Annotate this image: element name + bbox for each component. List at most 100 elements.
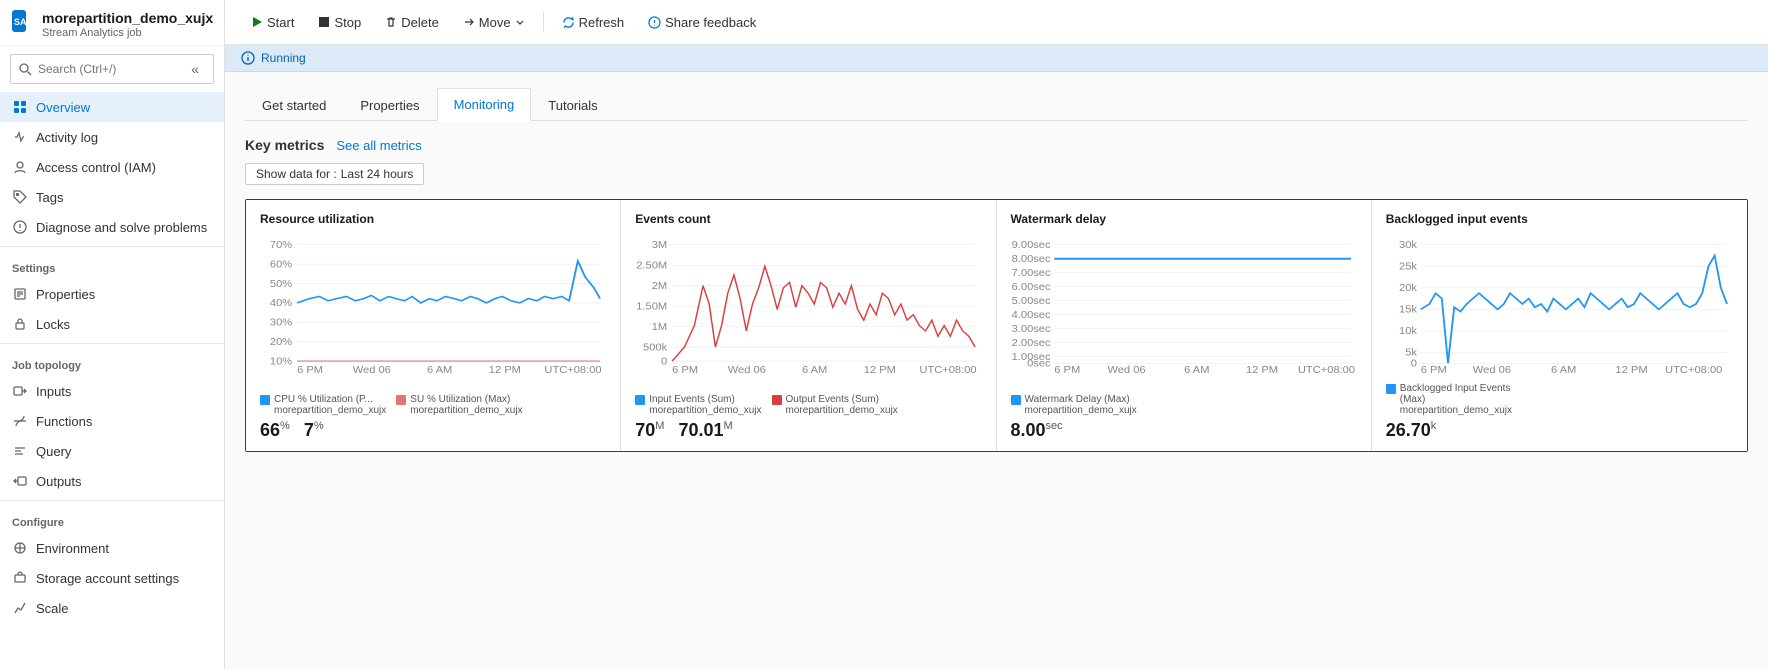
filter-chip[interactable]: Show data for : Last 24 hours (245, 163, 424, 185)
svg-text:6 AM: 6 AM (802, 365, 827, 374)
diagnose-icon (12, 219, 28, 235)
sidebar-query-label: Query (36, 444, 71, 459)
svg-text:0sec: 0sec (1027, 359, 1050, 369)
sidebar-inputs-label: Inputs (36, 384, 71, 399)
svg-text:10k: 10k (1399, 327, 1418, 337)
collapse-button[interactable]: « (185, 59, 205, 79)
svg-text:50%: 50% (270, 279, 292, 289)
svg-text:12 PM: 12 PM (864, 365, 896, 374)
chart-legend-events: Input Events (Sum)morepartition_demo_xuj… (635, 394, 981, 416)
see-all-metrics-link[interactable]: See all metrics (336, 138, 421, 153)
svg-text:6 PM: 6 PM (1420, 366, 1446, 374)
sidebar-item-overview[interactable]: Overview (0, 92, 224, 122)
delete-button[interactable]: Delete (375, 10, 449, 35)
svg-text:3M: 3M (652, 241, 667, 251)
sidebar-item-functions[interactable]: Functions (0, 406, 224, 436)
sidebar-item-properties[interactable]: Properties (0, 279, 224, 309)
legend-item-backlogged: Backlogged Input Events (Max)morepartiti… (1386, 383, 1526, 416)
sidebar-locks-label: Locks (36, 317, 70, 332)
search-box[interactable]: « (10, 54, 214, 84)
outputs-icon (12, 473, 28, 489)
environment-icon (12, 540, 28, 556)
move-button[interactable]: Move (453, 10, 535, 35)
sidebar-item-locks[interactable]: Locks (0, 309, 224, 339)
tab-properties[interactable]: Properties (343, 89, 436, 121)
legend-color-backlogged (1386, 384, 1396, 394)
svg-text:SA: SA (14, 17, 26, 27)
sidebar-iam-label: Access control (IAM) (36, 160, 156, 175)
chart-area-watermark: 9.00sec 8.00sec 7.00sec 6.00sec 5.00sec … (1011, 234, 1357, 388)
scale-icon (12, 600, 28, 616)
chart-title-watermark: Watermark delay (1011, 212, 1357, 226)
chart-legend-resource: CPU % Utilization (P...morepartition_dem… (260, 394, 606, 416)
chart-value-output: 70.01M (678, 420, 732, 441)
sidebar-scale-label: Scale (36, 601, 69, 616)
refresh-button[interactable]: Refresh (552, 10, 635, 35)
delete-icon (385, 16, 397, 28)
sidebar-properties-label: Properties (36, 287, 95, 302)
sidebar-item-storage-account[interactable]: Storage account settings (0, 563, 224, 593)
svg-text:6 AM: 6 AM (1551, 366, 1576, 374)
main-content: Start Stop Delete Move Refresh Share fee… (225, 0, 1768, 669)
toolbar: Start Stop Delete Move Refresh Share fee… (225, 0, 1768, 45)
sidebar-diagnose-label: Diagnose and solve problems (36, 220, 207, 235)
chart-legend-watermark: Watermark Delay (Max)morepartition_demo_… (1011, 394, 1357, 416)
stop-icon (318, 16, 330, 28)
svg-text:3.00sec: 3.00sec (1011, 325, 1050, 335)
svg-text:60%: 60% (270, 260, 292, 270)
svg-text:70%: 70% (270, 241, 292, 251)
sidebar-item-diagnose[interactable]: Diagnose and solve problems (0, 212, 224, 242)
sidebar-storage-label: Storage account settings (36, 571, 179, 586)
job-topology-section-label: Job topology (0, 348, 224, 376)
sidebar-outputs-label: Outputs (36, 474, 82, 489)
tab-tutorials[interactable]: Tutorials (531, 89, 614, 121)
legend-color-watermark (1011, 395, 1021, 405)
svg-text:30k: 30k (1399, 241, 1418, 251)
start-button[interactable]: Start (241, 10, 304, 35)
play-icon (251, 16, 263, 28)
search-input[interactable] (38, 62, 179, 76)
sidebar-item-activity-log[interactable]: Activity log (0, 122, 224, 152)
svg-text:Wed 06: Wed 06 (353, 365, 391, 374)
chart-area-backlogged: 30k 25k 20k 15k 10k 5k 0 6 PM Wed 06 6 A… (1386, 234, 1733, 377)
status-bar: Running (225, 45, 1768, 72)
lock-icon (12, 316, 28, 332)
filter-row: Show data for : Last 24 hours (245, 163, 1748, 185)
legend-color-output (772, 395, 782, 405)
sidebar-item-scale[interactable]: Scale (0, 593, 224, 623)
svg-text:UTC+08:00: UTC+08:00 (544, 365, 601, 374)
svg-text:2.50M: 2.50M (637, 261, 668, 271)
svg-text:Wed 06: Wed 06 (1107, 365, 1145, 374)
svg-text:10%: 10% (270, 357, 292, 367)
filter-label: Show data for : (256, 167, 337, 181)
svg-text:12 PM: 12 PM (1615, 366, 1647, 374)
share-feedback-button[interactable]: Share feedback (638, 10, 766, 35)
sidebar-item-environment[interactable]: Environment (0, 533, 224, 563)
legend-item-watermark: Watermark Delay (Max)morepartition_demo_… (1011, 394, 1137, 416)
sidebar-nav: Overview Activity log Access control (IA… (0, 92, 224, 669)
chart-value-cpu: 66% (260, 420, 290, 441)
feedback-icon (648, 16, 661, 29)
chevron-down-icon (515, 17, 525, 27)
sidebar-item-query[interactable]: Query (0, 436, 224, 466)
svg-text:UTC+08:00: UTC+08:00 (1665, 366, 1723, 374)
sidebar-item-tags[interactable]: Tags (0, 182, 224, 212)
chart-values-watermark: 8.00sec (1011, 420, 1357, 441)
content-area: Get started Properties Monitoring Tutori… (225, 72, 1768, 669)
app-title: morepartition_demo_xujx (42, 10, 213, 26)
sidebar-item-iam[interactable]: Access control (IAM) (0, 152, 224, 182)
svg-text:15k: 15k (1399, 305, 1418, 315)
svg-text:9.00sec: 9.00sec (1011, 241, 1050, 251)
sidebar-item-inputs[interactable]: Inputs (0, 376, 224, 406)
sidebar-header: SA morepartition_demo_xujx Stream Analyt… (0, 0, 224, 46)
svg-text:UTC+08:00: UTC+08:00 (1297, 365, 1354, 374)
legend-item-input-events: Input Events (Sum)morepartition_demo_xuj… (635, 394, 761, 416)
stop-button[interactable]: Stop (308, 10, 371, 35)
svg-text:0: 0 (1411, 359, 1417, 369)
svg-text:6 AM: 6 AM (427, 365, 452, 374)
chart-value-backlogged: 26.70k (1386, 420, 1437, 441)
tab-monitoring[interactable]: Monitoring (437, 88, 532, 121)
tab-get-started[interactable]: Get started (245, 89, 343, 121)
chart-title-backlogged: Backlogged input events (1386, 212, 1733, 226)
sidebar-item-outputs[interactable]: Outputs (0, 466, 224, 496)
